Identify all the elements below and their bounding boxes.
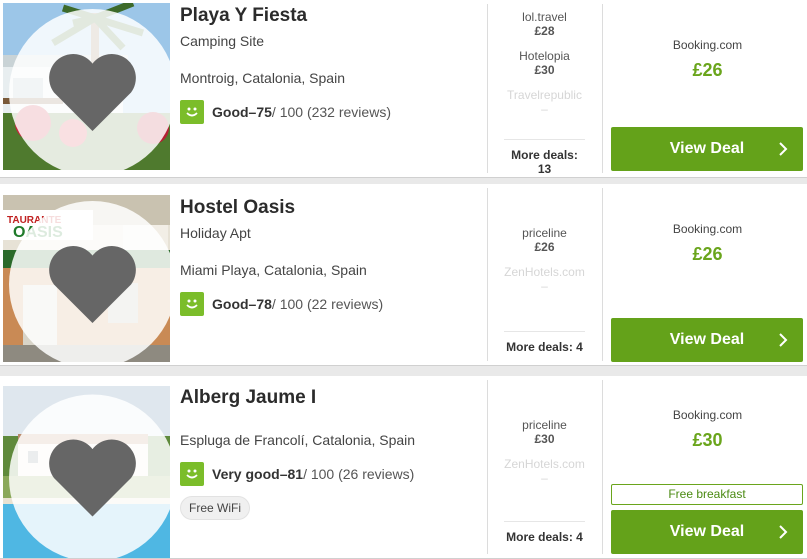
deal-item[interactable]: priceline £26 bbox=[488, 226, 601, 255]
favorite-heart-icon[interactable] bbox=[9, 201, 170, 362]
rating-reviews: / 100 (26 reviews) bbox=[303, 466, 415, 482]
rating-word: Very good bbox=[212, 466, 280, 482]
best-deal-provider: Booking.com bbox=[672, 408, 743, 422]
deal-price: £30 bbox=[534, 63, 555, 77]
best-deal-price[interactable]: £26 bbox=[611, 244, 804, 265]
deal-item[interactable]: Hotelopia £30 bbox=[488, 49, 601, 78]
view-deal-button[interactable]: View Deal bbox=[611, 127, 803, 171]
hotel-name[interactable]: Alberg Jaume I bbox=[180, 386, 480, 410]
free-breakfast-badge: Free breakfast bbox=[611, 484, 803, 505]
rating-separator: – bbox=[279, 466, 288, 482]
hotel-info: Alberg Jaume I Espluga de Francolí, Cata… bbox=[180, 386, 480, 520]
deal-provider: Hotelopia bbox=[519, 49, 570, 63]
best-deal: Booking.com £26 View Deal bbox=[611, 184, 804, 365]
deal-item: Travelrepublic – bbox=[488, 88, 601, 117]
smiley-icon bbox=[180, 462, 204, 486]
best-deal-price[interactable]: £26 bbox=[611, 60, 804, 81]
other-deals: priceline £30 ZenHotels.com – More deals… bbox=[488, 376, 601, 558]
amenity-badge: Free WiFi bbox=[180, 496, 250, 520]
hotel-photo[interactable] bbox=[3, 386, 170, 558]
chevron-right-icon bbox=[779, 525, 788, 539]
hotel-type: Camping Site bbox=[180, 33, 265, 49]
divider bbox=[602, 4, 603, 173]
best-deal: Booking.com £30 Free breakfast View Deal bbox=[611, 376, 804, 558]
hotel-location: Espluga de Francolí, Catalonia, Spain bbox=[180, 432, 416, 448]
deal-price: – bbox=[541, 471, 548, 485]
view-deal-label: View Deal bbox=[669, 331, 745, 348]
best-deal-provider: Booking.com bbox=[672, 38, 743, 52]
other-deals: lol.travel £28 Hotelopia £30 Travelrepub… bbox=[488, 0, 601, 177]
view-deal-label: View Deal bbox=[669, 523, 745, 540]
deal-provider: ZenHotels.com bbox=[504, 265, 585, 279]
deal-provider: ZenHotels.com bbox=[504, 457, 585, 471]
rating[interactable]: Good – 75 / 100 (232 reviews) bbox=[180, 100, 480, 124]
deal-provider: lol.travel bbox=[522, 10, 567, 24]
rating[interactable]: Good – 78 / 100 (22 reviews) bbox=[180, 292, 480, 316]
rating-word: Good bbox=[212, 296, 249, 312]
rating-separator: – bbox=[248, 296, 257, 312]
chevron-right-icon bbox=[779, 333, 788, 347]
deal-provider: priceline bbox=[522, 226, 567, 240]
hotel-card: TAURANTE OASIS Hostel Oasis Holiday Apt … bbox=[0, 184, 807, 366]
divider bbox=[602, 188, 603, 361]
deal-price: £28 bbox=[534, 24, 555, 38]
view-deal-button[interactable]: View Deal bbox=[611, 510, 803, 554]
chevron-right-icon bbox=[779, 142, 788, 156]
more-deals-link[interactable]: More deals: 13 bbox=[504, 139, 585, 176]
best-deal-provider: Booking.com bbox=[672, 222, 743, 236]
deal-item[interactable]: priceline £30 bbox=[488, 418, 601, 447]
rating-reviews: / 100 (22 reviews) bbox=[271, 296, 384, 312]
deal-provider: priceline bbox=[522, 418, 567, 432]
rating[interactable]: Very good – 81 / 100 (26 reviews) bbox=[180, 462, 480, 486]
hotel-info: Hostel Oasis Holiday Apt Miami Playa, Ca… bbox=[180, 196, 480, 316]
hotel-type: Holiday Apt bbox=[180, 225, 251, 241]
view-deal-button[interactable]: View Deal bbox=[611, 318, 803, 362]
rating-score: 81 bbox=[287, 466, 304, 482]
deal-price: £26 bbox=[534, 240, 555, 254]
rating-reviews: / 100 (232 reviews) bbox=[271, 104, 391, 120]
deal-provider: Travelrepublic bbox=[507, 88, 582, 102]
hotel-info: Playa Y Fiesta Camping Site Montroig, Ca… bbox=[180, 4, 480, 124]
hotel-location: Miami Playa, Catalonia, Spain bbox=[180, 262, 367, 278]
view-deal-label: View Deal bbox=[669, 140, 745, 157]
deal-price: £30 bbox=[534, 432, 555, 446]
deal-item: ZenHotels.com – bbox=[488, 265, 601, 294]
other-deals: priceline £26 ZenHotels.com – More deals… bbox=[488, 184, 601, 365]
favorite-heart-icon[interactable] bbox=[9, 392, 170, 558]
rating-score: 78 bbox=[256, 296, 272, 312]
more-deals-link[interactable]: More deals: 4 bbox=[504, 521, 585, 544]
hotel-card: Playa Y Fiesta Camping Site Montroig, Ca… bbox=[0, 0, 807, 178]
divider bbox=[602, 380, 603, 554]
deal-price: – bbox=[541, 102, 548, 116]
hotel-location: Montroig, Catalonia, Spain bbox=[180, 70, 345, 86]
best-deal-price[interactable]: £30 bbox=[611, 430, 804, 451]
rating-word: Good bbox=[212, 104, 249, 120]
more-deals-link[interactable]: More deals: 4 bbox=[504, 331, 585, 354]
rating-separator: – bbox=[248, 104, 257, 120]
best-deal: Booking.com £26 View Deal bbox=[611, 0, 804, 177]
deal-price: – bbox=[541, 279, 548, 293]
smiley-icon bbox=[180, 292, 204, 316]
hotel-photo[interactable] bbox=[3, 3, 170, 170]
hotel-card: Alberg Jaume I Espluga de Francolí, Cata… bbox=[0, 376, 807, 559]
hotel-name[interactable]: Playa Y Fiesta bbox=[180, 4, 480, 28]
hotel-results-list: Playa Y Fiesta Camping Site Montroig, Ca… bbox=[0, 0, 807, 559]
hotel-photo[interactable]: TAURANTE OASIS bbox=[3, 195, 170, 362]
deal-item[interactable]: lol.travel £28 bbox=[488, 10, 601, 39]
hotel-name[interactable]: Hostel Oasis bbox=[180, 196, 480, 220]
smiley-icon bbox=[180, 100, 204, 124]
favorite-heart-icon[interactable] bbox=[9, 9, 170, 170]
rating-score: 75 bbox=[256, 104, 272, 120]
deal-item: ZenHotels.com – bbox=[488, 457, 601, 486]
